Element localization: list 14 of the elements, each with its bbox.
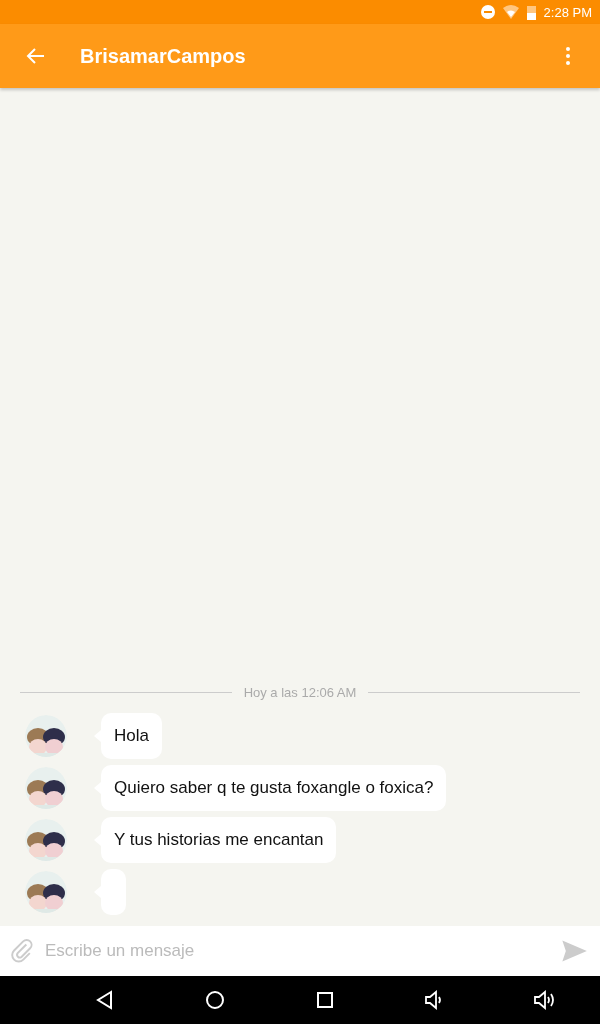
do-not-disturb-icon (480, 5, 495, 19)
contact-name: BrisamarCampos (80, 44, 247, 68)
wifi-icon (502, 5, 519, 19)
recents-icon[interactable] (314, 989, 336, 1011)
message-bar[interactable]: Escribe un mensaje (0, 926, 600, 976)
volume-up-icon[interactable] (534, 989, 556, 1011)
home-icon[interactable] (204, 989, 226, 1011)
message-input[interactable]: Escribe un mensaje (43, 940, 560, 962)
message-bubble: Hola (101, 713, 162, 759)
message-bubble: Y tus historias me encantan (101, 817, 337, 863)
clock-time: 2:28 PM (543, 4, 592, 20)
message-bubble: Quiero saber q te gusta foxangle o foxica? (101, 765, 447, 811)
date-divider: Hoy a las 12:06 AM (243, 685, 357, 700)
battery-icon (526, 4, 536, 20)
